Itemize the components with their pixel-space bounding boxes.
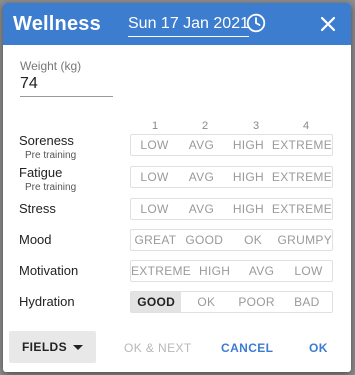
option-button[interactable]: GOOD — [131, 292, 182, 312]
option-button[interactable]: AVG — [178, 199, 225, 219]
option-button[interactable]: POOR — [232, 292, 282, 312]
option-button[interactable]: OK — [181, 292, 231, 312]
option-button[interactable]: OK — [229, 230, 278, 250]
weight-input[interactable]: 74 — [20, 75, 38, 93]
dialog-title: Wellness — [13, 13, 101, 35]
option-selector: GREAT GOOD OK GRUMPY — [130, 229, 333, 251]
option-button[interactable]: HIGH — [191, 261, 238, 281]
ok-button[interactable]: OK — [309, 341, 328, 355]
option-button[interactable]: HIGH — [225, 135, 272, 155]
date-picker[interactable]: Sun 17 Jan 2021 — [128, 15, 249, 37]
row-label: Stress — [19, 201, 56, 216]
option-button[interactable]: LOW — [285, 261, 332, 281]
caret-down-icon — [73, 344, 84, 350]
option-selector: EXTREME HIGH AVG LOW — [130, 260, 333, 282]
column-number: 1 — [151, 120, 159, 132]
row-label: Fatigue — [19, 165, 63, 180]
option-button[interactable]: LOW — [131, 135, 178, 155]
option-button[interactable]: HIGH — [225, 167, 272, 187]
option-button[interactable]: GRUMPY — [278, 230, 332, 250]
option-selector: LOW AVG HIGH EXTREME — [130, 198, 333, 220]
clock-icon[interactable] — [246, 13, 266, 33]
option-selector: LOW AVG HIGH EXTREME — [130, 166, 333, 188]
option-button[interactable]: LOW — [131, 199, 178, 219]
dialog-footer: FIELDS OK & NEXT CANCEL OK — [3, 331, 351, 371]
option-button[interactable]: GREAT — [131, 230, 180, 250]
option-selector: LOW AVG HIGH EXTREME — [130, 134, 333, 156]
fields-label: FIELDS — [21, 340, 68, 354]
row-label: Hydration — [19, 294, 75, 309]
option-button[interactable]: EXTREME — [131, 261, 191, 281]
dialog-header: Wellness Sun 17 Jan 2021 — [3, 3, 351, 45]
row-label: Mood — [19, 232, 52, 247]
column-number: 4 — [302, 120, 310, 132]
ok-next-button[interactable]: OK & NEXT — [124, 341, 192, 355]
option-button[interactable]: GOOD — [180, 230, 229, 250]
option-button[interactable]: EXTREME — [272, 135, 332, 155]
weight-label: Weight (kg) — [20, 59, 82, 73]
column-number: 3 — [252, 120, 260, 132]
row-sublabel: Pre training — [25, 150, 77, 161]
option-button[interactable]: LOW — [131, 167, 178, 187]
cancel-button[interactable]: CANCEL — [221, 341, 273, 355]
row-label: Motivation — [19, 263, 79, 278]
column-number: 2 — [201, 120, 209, 132]
option-button[interactable]: HIGH — [225, 199, 272, 219]
option-selector: GOOD OK POOR BAD — [130, 291, 333, 313]
option-button[interactable]: AVG — [178, 167, 225, 187]
fields-button[interactable]: FIELDS — [9, 331, 96, 363]
option-button[interactable]: EXTREME — [272, 199, 332, 219]
option-button[interactable]: BAD — [282, 292, 332, 312]
close-icon[interactable] — [319, 15, 337, 33]
wellness-dialog: Wellness Sun 17 Jan 2021 Weight (kg) 74 … — [3, 3, 351, 372]
row-sublabel: Pre training — [25, 182, 77, 193]
row-label: Soreness — [19, 133, 74, 148]
option-button[interactable]: AVG — [178, 135, 225, 155]
option-button[interactable]: AVG — [238, 261, 285, 281]
weight-underline — [20, 96, 113, 97]
option-button[interactable]: EXTREME — [272, 167, 332, 187]
